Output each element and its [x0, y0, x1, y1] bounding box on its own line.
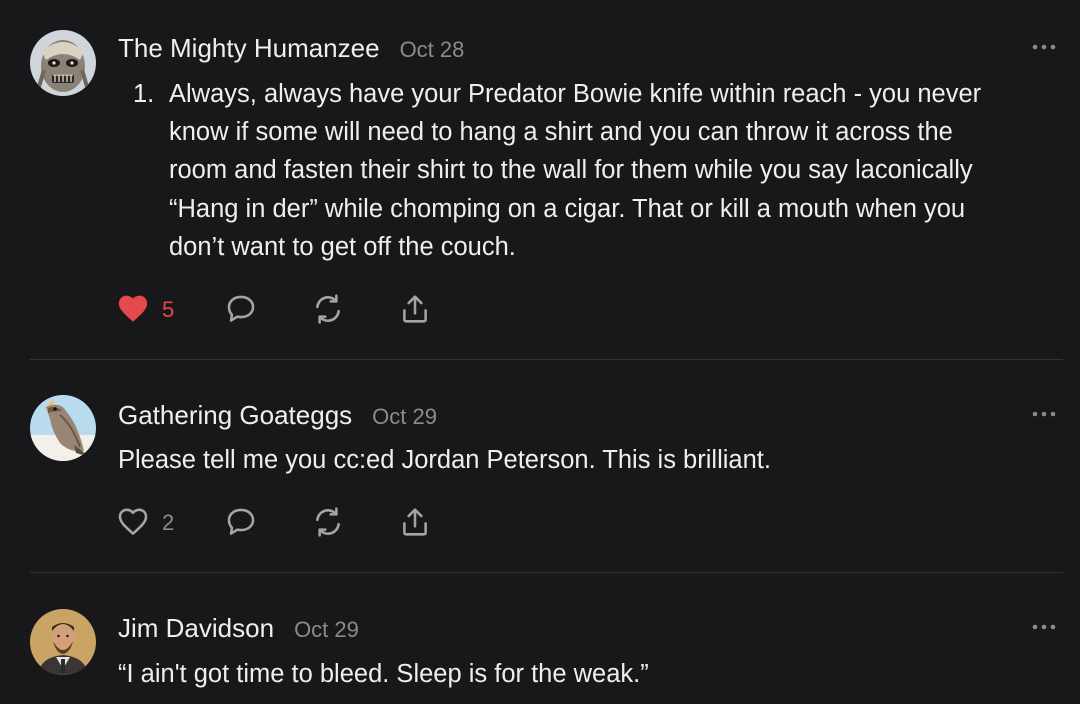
comment-3: Jim Davidson Oct 29 “I ain't got time to… — [0, 0, 1080, 704]
person-avatar-icon — [30, 609, 96, 675]
comment-date[interactable]: Oct 29 — [294, 617, 359, 643]
avatar[interactable] — [30, 609, 96, 675]
author-name[interactable]: Jim Davidson — [118, 613, 274, 644]
comment-line: “I ain't got time to bleed. Sleep is for… — [118, 660, 649, 688]
more-icon[interactable] — [1030, 622, 1058, 632]
comment-body: “I ain't got time to bleed. Sleep is for… — [118, 655, 1058, 693]
